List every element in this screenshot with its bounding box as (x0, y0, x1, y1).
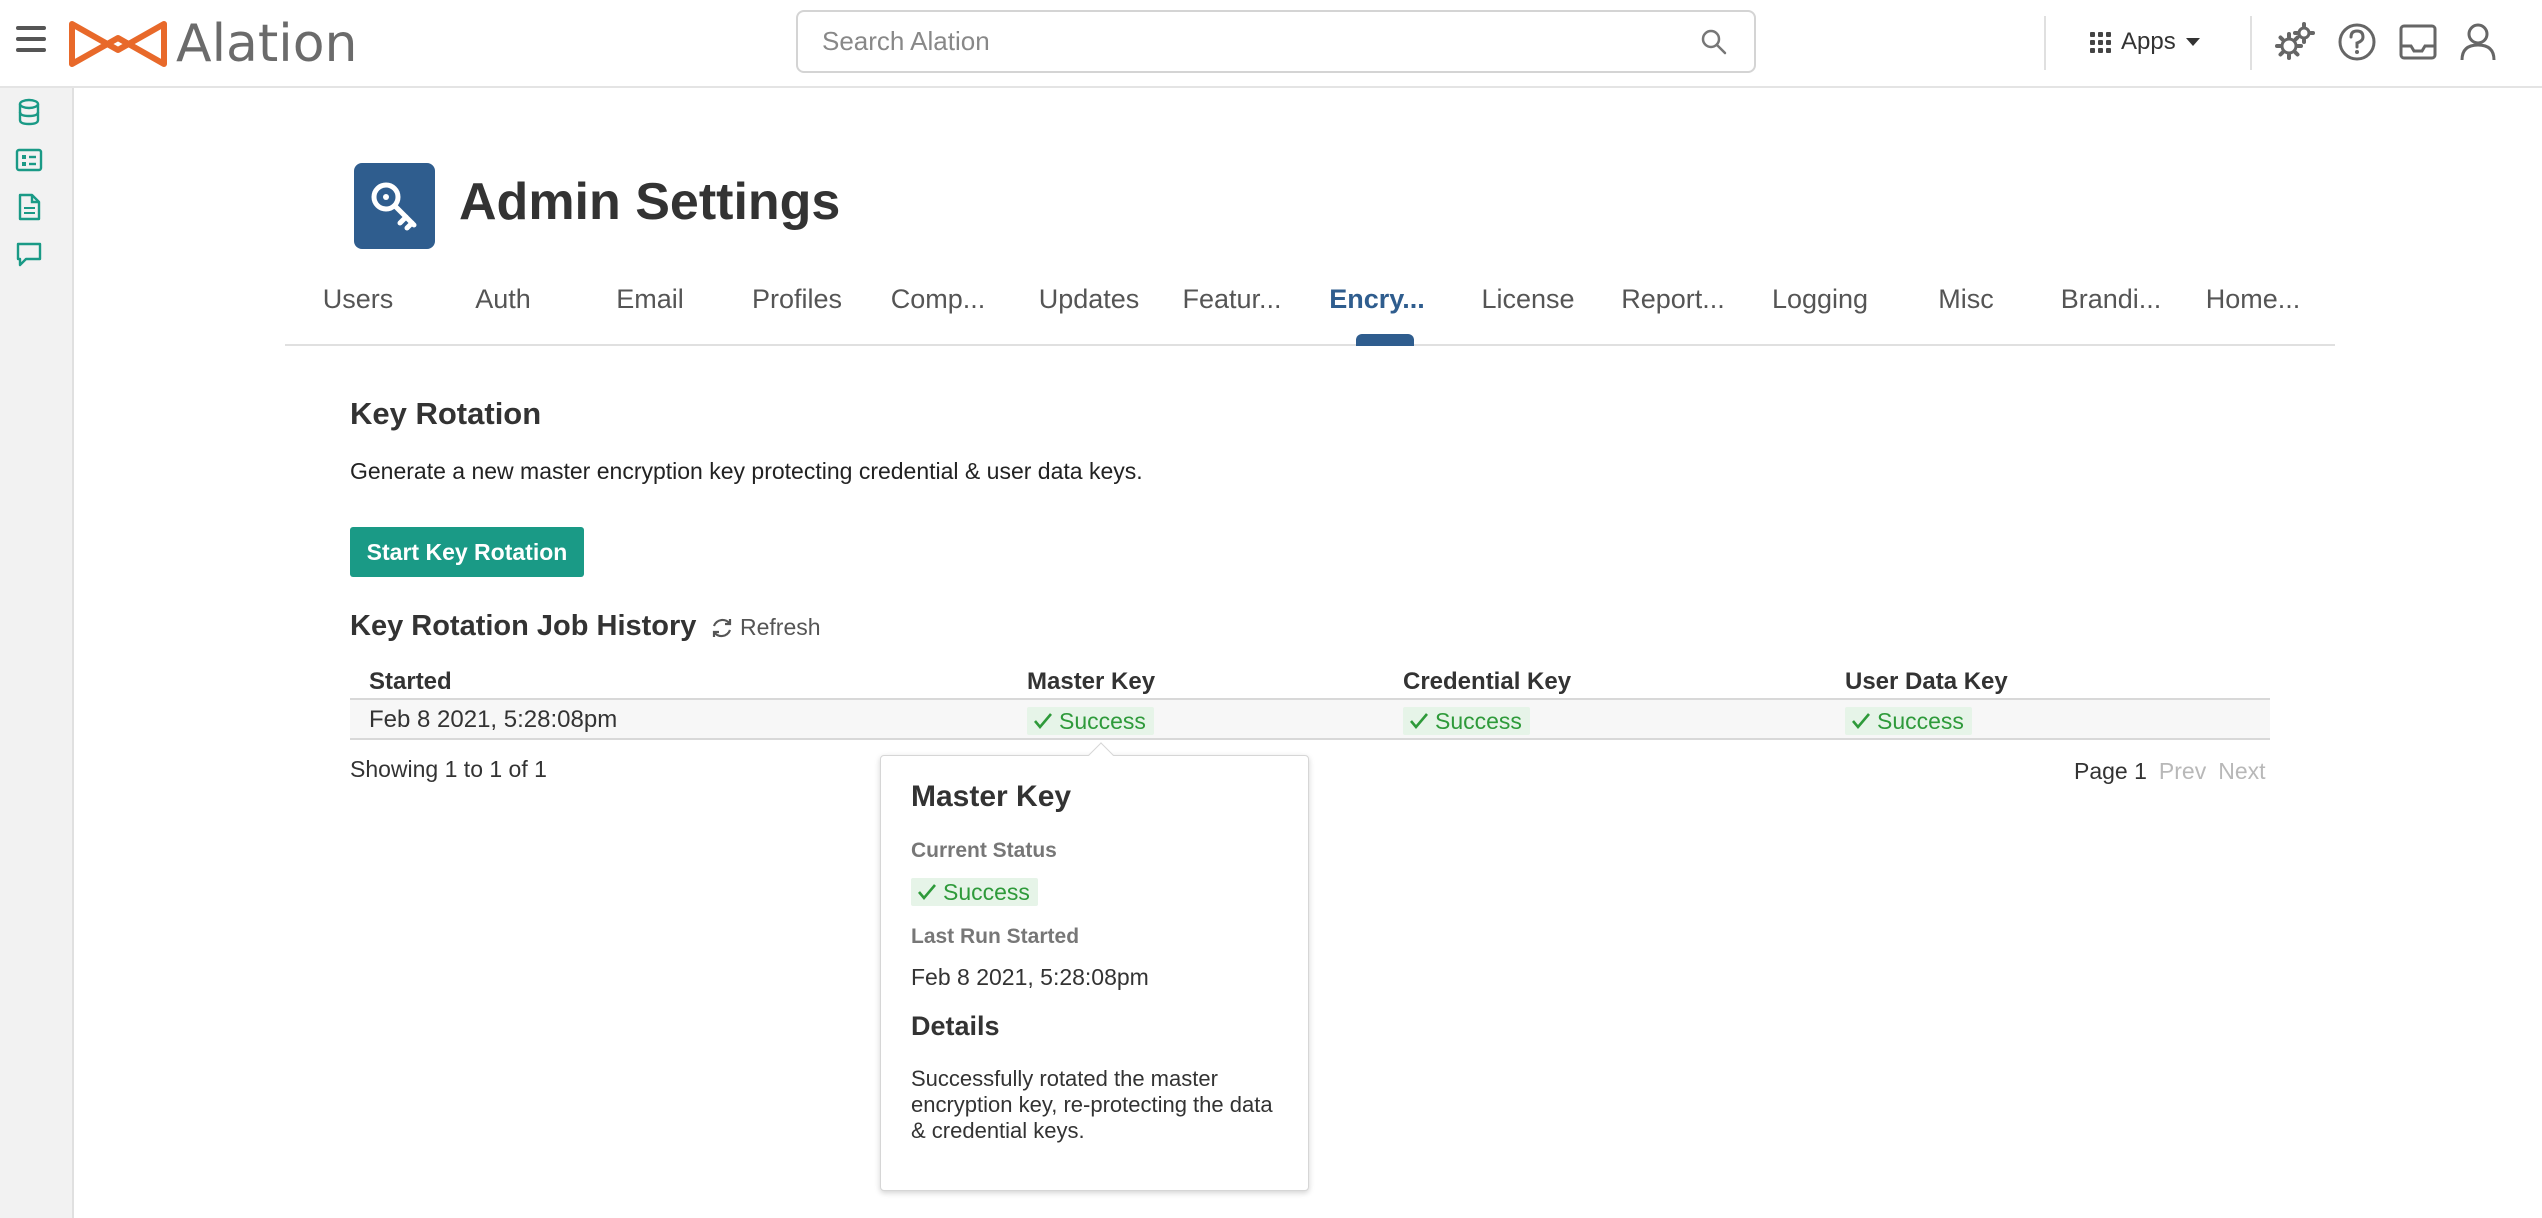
master-key-popover: Master Key Current Status Success Last R… (880, 755, 1309, 1191)
check-icon (1410, 713, 1428, 730)
key-rotation-description: Generate a new master encryption key pro… (350, 458, 1143, 484)
cell-started: Feb 8 2021, 5:28:08pm (369, 706, 618, 733)
logo-text: Alation (176, 14, 358, 74)
alation-logo[interactable]: Alation (68, 14, 358, 74)
user-icon[interactable] (2456, 20, 2500, 64)
tab-comp[interactable]: Comp... (891, 284, 986, 315)
popover-title: Master Key (911, 780, 1072, 813)
left-rail (0, 88, 74, 1218)
tab-misc[interactable]: Misc (1938, 284, 1994, 315)
catalog-icon[interactable] (14, 145, 44, 175)
tab-profiles[interactable]: Profiles (752, 284, 842, 315)
inbox-icon[interactable] (2396, 20, 2440, 64)
divider (2250, 16, 2252, 70)
help-icon[interactable] (2335, 20, 2379, 64)
last-run-label: Last Run Started (911, 925, 1080, 948)
divider (2044, 16, 2046, 70)
start-key-rotation-button[interactable]: Start Key Rotation (350, 527, 584, 577)
key-icon (371, 182, 416, 231)
tab-encryption[interactable]: Encry... (1329, 284, 1425, 315)
settings-tabs: Users Auth Email Profiles Comp... Update… (285, 270, 2335, 346)
next-page-button[interactable]: Next (2218, 758, 2265, 785)
status-text: Success (1435, 707, 1522, 734)
top-navigation-bar: Alation Apps (0, 0, 2542, 88)
key-rotation-title: Key Rotation (350, 396, 542, 431)
last-run-value: Feb 8 2021, 5:28:08pm (911, 964, 1149, 990)
menu-icon[interactable] (16, 26, 46, 52)
pagination-summary: Showing 1 to 1 of 1 (350, 756, 547, 782)
search-input[interactable] (822, 12, 1682, 71)
tab-updates[interactable]: Updates (1039, 284, 1140, 315)
tab-homepage[interactable]: Home... (2206, 284, 2301, 315)
tab-logging[interactable]: Logging (1772, 284, 1868, 315)
tab-auth[interactable]: Auth (475, 284, 531, 315)
pagination: Page 1 Prev Next (2074, 758, 2266, 785)
search-icon[interactable] (1700, 28, 1728, 56)
tab-reports[interactable]: Report... (1621, 284, 1725, 315)
table-header: Started Master Key Credential Key User D… (350, 662, 2270, 700)
database-icon[interactable] (14, 97, 44, 127)
column-header-user-data-key[interactable]: User Data Key (1845, 668, 2008, 696)
table-row[interactable]: Feb 8 2021, 5:28:08pm Success Success Su… (350, 700, 2270, 740)
active-tab-indicator (1356, 334, 1414, 346)
global-search (796, 10, 1756, 73)
tab-users[interactable]: Users (323, 284, 394, 315)
job-history-title: Key Rotation Job History (350, 610, 697, 642)
check-icon (1034, 713, 1052, 730)
alation-logo-mark (69, 21, 167, 67)
status-text: Success (1059, 707, 1146, 734)
apps-menu-button[interactable]: Apps (2090, 22, 2200, 62)
refresh-label: Refresh (740, 614, 821, 640)
admin-settings-icon-tile (354, 163, 435, 249)
page-title: Admin Settings (459, 173, 841, 231)
tab-branding[interactable]: Brandi... (2061, 284, 2162, 315)
refresh-icon (712, 618, 732, 637)
tab-email[interactable]: Email (616, 284, 684, 315)
current-status-label: Current Status (911, 839, 1057, 862)
job-history-table: Started Master Key Credential Key User D… (350, 662, 2270, 740)
tab-license[interactable]: License (1481, 284, 1574, 315)
refresh-button[interactable]: Refresh (710, 614, 821, 641)
master-key-status-badge[interactable]: Success (1027, 707, 1154, 735)
status-text: Success (943, 878, 1030, 905)
current-status-badge: Success (911, 878, 1038, 906)
details-text: Successfully rotated the master encrypti… (911, 1066, 1273, 1143)
credential-key-status-badge[interactable]: Success (1403, 707, 1530, 735)
tab-features[interactable]: Featur... (1182, 284, 1281, 315)
column-header-credential-key[interactable]: Credential Key (1403, 668, 1571, 696)
page-indicator: Page 1 (2074, 758, 2147, 784)
check-icon (918, 884, 936, 901)
column-header-master-key[interactable]: Master Key (1027, 668, 1155, 696)
settings-gears-icon[interactable] (2273, 20, 2317, 64)
check-icon (1852, 713, 1870, 730)
user-data-key-status-badge[interactable]: Success (1845, 707, 1972, 735)
conversation-icon[interactable] (14, 239, 44, 269)
status-text: Success (1877, 707, 1964, 734)
details-title: Details (911, 1011, 1000, 1041)
column-header-started[interactable]: Started (369, 668, 452, 696)
caret-down-icon (2185, 38, 2200, 46)
prev-page-button[interactable]: Prev (2159, 758, 2206, 785)
apps-label: Apps (2121, 28, 2176, 55)
apps-grid-icon (2090, 31, 2111, 53)
document-icon[interactable] (14, 192, 44, 222)
